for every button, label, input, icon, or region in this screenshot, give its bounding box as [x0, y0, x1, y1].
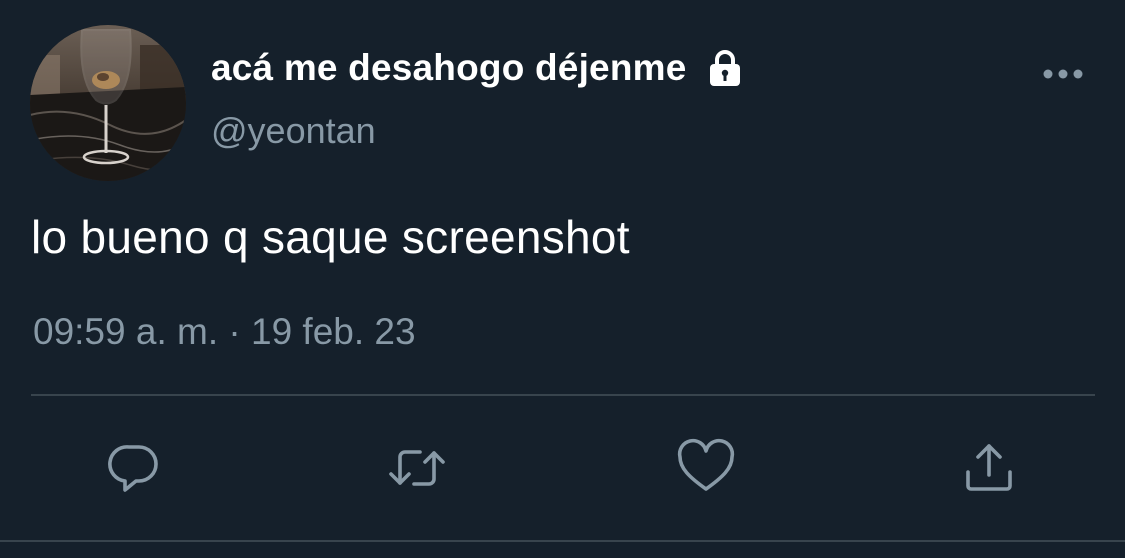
like-button[interactable] [675, 437, 737, 499]
tweet-timestamp[interactable]: 09:59 a. m. · 19 feb. 23 [33, 311, 416, 353]
tweet-text: lo bueno q saque screenshot [31, 211, 630, 263]
tweet-date: 19 feb. 23 [251, 311, 416, 352]
user-handle[interactable]: @yeontan [211, 110, 376, 152]
retweet-button[interactable] [386, 437, 448, 499]
bottom-divider [0, 540, 1125, 542]
name-row: acá me desahogo déjenme [211, 44, 745, 92]
share-icon [966, 444, 1012, 491]
timestamp-separator: · [218, 311, 251, 352]
tweet-time: 09:59 a. m. [33, 311, 219, 352]
heart-icon [677, 438, 735, 491]
retweet-icon [389, 450, 445, 486]
reply-icon [108, 445, 158, 492]
tweet-card[interactable]: acá me desahogo déjenme @yeontan lo buen… [0, 0, 1125, 558]
avatar-image [30, 25, 186, 181]
avatar[interactable] [30, 25, 186, 181]
reply-button[interactable] [103, 437, 165, 499]
more-horizontal-icon[interactable] [1040, 60, 1086, 88]
display-name[interactable]: acá me desahogo déjenme [211, 47, 687, 89]
lock-icon [705, 48, 745, 88]
divider [31, 394, 1095, 396]
share-button[interactable] [958, 437, 1020, 499]
